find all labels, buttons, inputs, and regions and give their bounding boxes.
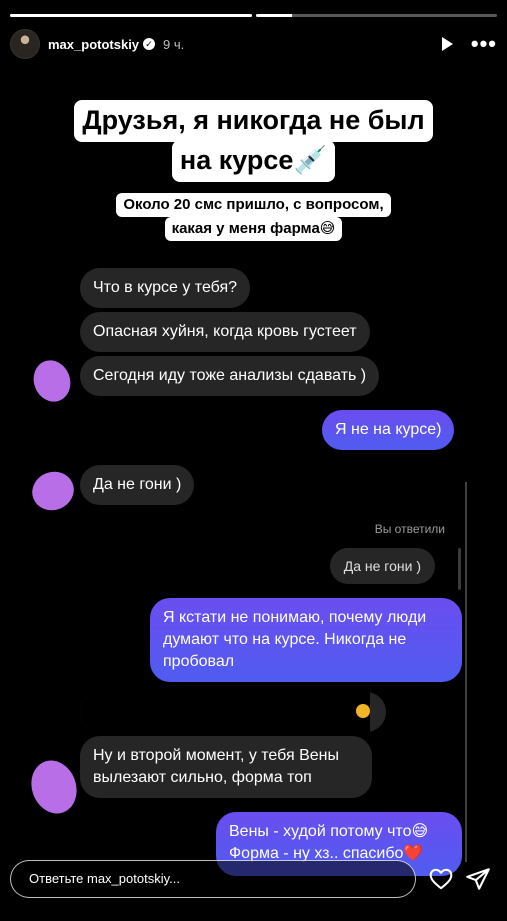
progress-segment bbox=[255, 14, 497, 17]
emoji-icon bbox=[356, 704, 370, 718]
censor-bar bbox=[80, 692, 370, 732]
avatar[interactable] bbox=[10, 29, 40, 59]
heart-icon[interactable] bbox=[428, 866, 454, 892]
title-line: Друзья, я никогда не был bbox=[74, 100, 433, 142]
story-subtitle: Около 20 смс пришло, с вопросом, какая у… bbox=[0, 193, 507, 241]
outgoing-message: Я кстати не понимаю, почему люди думают … bbox=[150, 598, 462, 682]
scrollbar bbox=[465, 482, 467, 862]
incoming-message: Ну и второй момент, у тебя Вены вылезают… bbox=[80, 736, 372, 798]
incoming-message: Опасная хуйня, когда кровь густеет bbox=[80, 312, 370, 352]
subtitle-line: Около 20 смс пришло, с вопросом, bbox=[116, 193, 391, 217]
incoming-message: Что в курсе у тебя? bbox=[80, 268, 251, 308]
story-progress bbox=[10, 14, 497, 17]
progress-segment bbox=[10, 14, 252, 17]
hidden-avatar bbox=[24, 754, 84, 820]
subtitle-line: какая у меня фарма😅 bbox=[164, 217, 343, 241]
more-icon[interactable]: ••• bbox=[471, 33, 497, 55]
story-header: max_pototskiy ✓ 9 ч. ••• bbox=[10, 28, 497, 60]
outgoing-message: Я не на курсе) bbox=[322, 410, 455, 450]
reply-input[interactable]: Ответьте max_pototskiy... bbox=[10, 860, 416, 898]
username[interactable]: max_pototskiy bbox=[48, 37, 139, 52]
time-ago: 9 ч. bbox=[163, 36, 185, 52]
header-actions: ••• bbox=[441, 33, 497, 55]
reply-quote: Да не гони ) bbox=[329, 548, 435, 584]
censored-message bbox=[80, 692, 386, 732]
replied-label: Вы ответили bbox=[374, 522, 445, 536]
reply-bar bbox=[458, 548, 461, 590]
hidden-avatar bbox=[26, 465, 80, 517]
incoming-message: Да не гони ) bbox=[80, 465, 195, 505]
hidden-avatar bbox=[27, 355, 77, 407]
message-line: Вены - худой потому что😅 bbox=[229, 823, 429, 840]
story-title: Друзья, я никогда не был на курсе💉 bbox=[0, 100, 507, 182]
incoming-message: Сегодня иду тоже анализы сдавать ) bbox=[80, 356, 380, 396]
title-line: на курсе💉 bbox=[171, 140, 336, 182]
verified-badge-icon: ✓ bbox=[143, 38, 156, 50]
play-icon[interactable] bbox=[441, 37, 453, 51]
send-icon[interactable] bbox=[465, 866, 491, 892]
